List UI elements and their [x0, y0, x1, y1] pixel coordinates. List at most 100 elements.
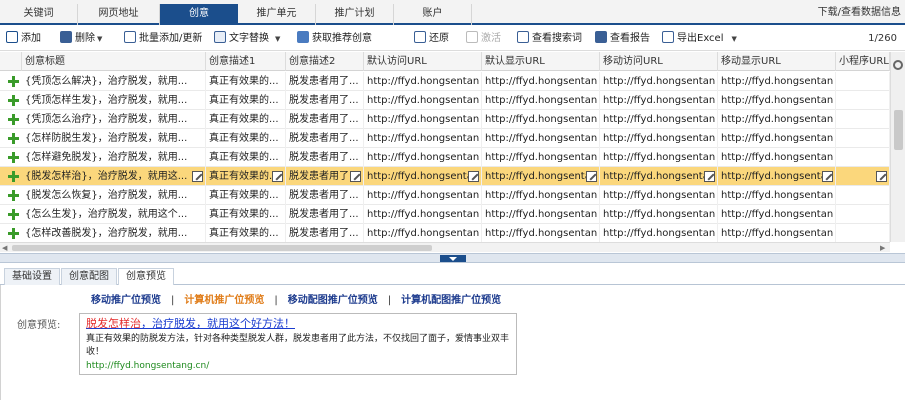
cell-default-display-url[interactable]: http://ffyd.hongsentan: [482, 110, 600, 129]
cell-description-1[interactable]: 真正有效果的...: [206, 129, 286, 148]
collapse-panel-button[interactable]: [440, 255, 466, 262]
plus-icon[interactable]: [8, 95, 19, 106]
cell-description-1[interactable]: 真正有效果的...: [206, 148, 286, 167]
cell-description-2[interactable]: 脱发患者用了...: [286, 224, 364, 242]
cell-default-visit-url[interactable]: http://ffyd.hongsentan: [364, 72, 482, 91]
cell-title[interactable]: {怎样改善脱发}，治疗脱发，就用...: [22, 224, 206, 242]
horizontal-scrollbar[interactable]: ◀ ▶: [0, 242, 890, 252]
cell-mobile-visit-url[interactable]: http://ffyd.hongsentan: [600, 224, 718, 242]
cell-default-display-url[interactable]: http://ffyd.hongsentan: [482, 129, 600, 148]
edit-icon[interactable]: [876, 171, 887, 182]
cell-mini-program-url[interactable]: [836, 205, 890, 224]
plus-icon[interactable]: [8, 152, 19, 163]
cell-mobile-visit-url[interactable]: http://ffyd.hongsentan: [600, 167, 718, 186]
edit-icon[interactable]: [350, 171, 361, 182]
gear-icon[interactable]: [893, 60, 903, 70]
plus-icon[interactable]: [8, 209, 19, 220]
cell-mobile-visit-url[interactable]: http://ffyd.hongsentan: [600, 148, 718, 167]
cell-mobile-display-url[interactable]: http://ffyd.hongsentan: [718, 148, 836, 167]
cell-description-2[interactable]: 脱发患者用了...: [286, 91, 364, 110]
cell-mini-program-url[interactable]: [836, 224, 890, 242]
cell-mobile-display-url[interactable]: http://ffyd.hongsentan: [718, 205, 836, 224]
table-row[interactable]: {脱发怎样治}，治疗脱发，就用这... 真正有效果的... 脱发患者用了... htt…: [0, 167, 890, 186]
chevron-down-icon[interactable]: ▼: [275, 35, 280, 43]
cell-default-visit-url[interactable]: http://ffyd.hongsentan: [364, 148, 482, 167]
tab-web-addresses[interactable]: 网页地址: [78, 4, 160, 25]
batch-add-update-button[interactable]: 批量添加/更新: [124, 31, 202, 47]
plus-icon[interactable]: [8, 114, 19, 125]
table-row[interactable]: {凭顶怎样生发}，治疗脱发，就用... 真正有效果的... 脱发患者用了... htt…: [0, 91, 890, 110]
tab-creative-preview[interactable]: 创意预览: [118, 268, 174, 286]
cell-default-display-url[interactable]: http://ffyd.hongsentan: [482, 148, 600, 167]
delete-button[interactable]: 删除 ▼: [60, 31, 102, 47]
edit-icon[interactable]: [192, 171, 203, 182]
tab-ad-plan[interactable]: 推广计划: [316, 4, 394, 25]
cell-default-visit-url[interactable]: http://ffyd.hongsentan: [364, 91, 482, 110]
cell-mini-program-url[interactable]: [836, 110, 890, 129]
edit-icon[interactable]: [704, 171, 715, 182]
cell-title[interactable]: {凭顶怎么解决}，治疗脱发，就用...: [22, 72, 206, 91]
header-description-2[interactable]: 创意描述2: [286, 52, 364, 71]
cell-title[interactable]: {脱发怎样治}，治疗脱发，就用这...: [22, 167, 206, 186]
cell-default-display-url[interactable]: http://ffyd.hongsentan: [482, 205, 600, 224]
header-description-1[interactable]: 创意描述1: [206, 52, 286, 71]
cell-mobile-visit-url[interactable]: http://ffyd.hongsentan: [600, 129, 718, 148]
vertical-scrollbar[interactable]: [890, 52, 905, 242]
cell-default-visit-url[interactable]: http://ffyd.hongsentan: [364, 167, 482, 186]
cell-default-visit-url[interactable]: http://ffyd.hongsentan: [364, 186, 482, 205]
cell-title[interactable]: {凭顶怎么治疗}，治疗脱发，就用...: [22, 110, 206, 129]
cell-title[interactable]: {怎样避免脱发}，治疗脱发，就用...: [22, 148, 206, 167]
download-data-link[interactable]: 下载/查看数据信息: [818, 4, 901, 22]
plus-icon[interactable]: [8, 133, 19, 144]
plus-icon[interactable]: [8, 190, 19, 201]
cell-mini-program-url[interactable]: [836, 72, 890, 91]
cell-default-display-url[interactable]: http://ffyd.hongsentan: [482, 72, 600, 91]
cell-title[interactable]: {脱发怎么恢复}，治疗脱发，就用...: [22, 186, 206, 205]
cell-description-2[interactable]: 脱发患者用了...: [286, 205, 364, 224]
cell-default-visit-url[interactable]: http://ffyd.hongsentan: [364, 205, 482, 224]
tab-keywords[interactable]: 关键词: [0, 4, 78, 25]
table-row[interactable]: {怎么生发}，治疗脱发，就用这个... 真正有效果的... 脱发患者用了... htt…: [0, 205, 890, 224]
cell-mobile-display-url[interactable]: http://ffyd.hongsentan: [718, 167, 836, 186]
view-report-button[interactable]: 查看报告: [595, 31, 650, 47]
cell-mobile-visit-url[interactable]: http://ffyd.hongsentan: [600, 186, 718, 205]
cell-mini-program-url[interactable]: [836, 129, 890, 148]
cell-mini-program-url[interactable]: [836, 91, 890, 110]
cell-mobile-display-url[interactable]: http://ffyd.hongsentan: [718, 224, 836, 242]
cell-default-display-url[interactable]: http://ffyd.hongsentan: [482, 91, 600, 110]
table-row[interactable]: {脱发怎么恢复}，治疗脱发，就用... 真正有效果的... 脱发患者用了... htt…: [0, 186, 890, 205]
cell-description-2[interactable]: 脱发患者用了...: [286, 129, 364, 148]
cell-mobile-display-url[interactable]: http://ffyd.hongsentan: [718, 91, 836, 110]
cell-mobile-display-url[interactable]: http://ffyd.hongsentan: [718, 186, 836, 205]
scroll-right-icon[interactable]: ▶: [880, 243, 885, 253]
edit-icon[interactable]: [468, 171, 479, 182]
restore-button[interactable]: 还原: [414, 31, 449, 47]
cell-mobile-visit-url[interactable]: http://ffyd.hongsentan: [600, 72, 718, 91]
panel-splitter[interactable]: [0, 253, 905, 263]
cell-mobile-visit-url[interactable]: http://ffyd.hongsentan: [600, 205, 718, 224]
header-mini-program-url[interactable]: 小程序URL: [836, 52, 890, 71]
computer-image-preview-link[interactable]: 计算机配图推广位预览: [401, 295, 501, 306]
tab-ad-unit[interactable]: 推广单元: [238, 4, 316, 25]
header-creative-title[interactable]: 创意标题: [22, 52, 206, 71]
cell-default-visit-url[interactable]: http://ffyd.hongsentan: [364, 110, 482, 129]
cell-mobile-visit-url[interactable]: http://ffyd.hongsentan: [600, 91, 718, 110]
cell-mobile-display-url[interactable]: http://ffyd.hongsentan: [718, 110, 836, 129]
tab-account[interactable]: 账户: [394, 4, 472, 25]
header-mobile-visit-url[interactable]: 移动访问URL: [600, 52, 718, 71]
cell-default-visit-url[interactable]: http://ffyd.hongsentan: [364, 129, 482, 148]
cell-description-1[interactable]: 真正有效果的...: [206, 186, 286, 205]
cell-title[interactable]: {凭顶怎样生发}，治疗脱发，就用...: [22, 91, 206, 110]
chevron-down-icon[interactable]: ▼: [97, 35, 102, 43]
edit-icon[interactable]: [272, 171, 283, 182]
cell-description-1[interactable]: 真正有效果的...: [206, 91, 286, 110]
chevron-down-icon[interactable]: ▼: [732, 35, 737, 43]
cell-mobile-display-url[interactable]: http://ffyd.hongsentan: [718, 72, 836, 91]
mobile-image-preview-link[interactable]: 移动配图推广位预览: [288, 295, 378, 306]
edit-icon[interactable]: [822, 171, 833, 182]
cell-mobile-visit-url[interactable]: http://ffyd.hongsentan: [600, 110, 718, 129]
activate-button[interactable]: 激活: [466, 31, 501, 47]
cell-mini-program-url[interactable]: [836, 186, 890, 205]
header-default-visit-url[interactable]: 默认访问URL: [364, 52, 482, 71]
header-mobile-display-url[interactable]: 移动显示URL: [718, 52, 836, 71]
